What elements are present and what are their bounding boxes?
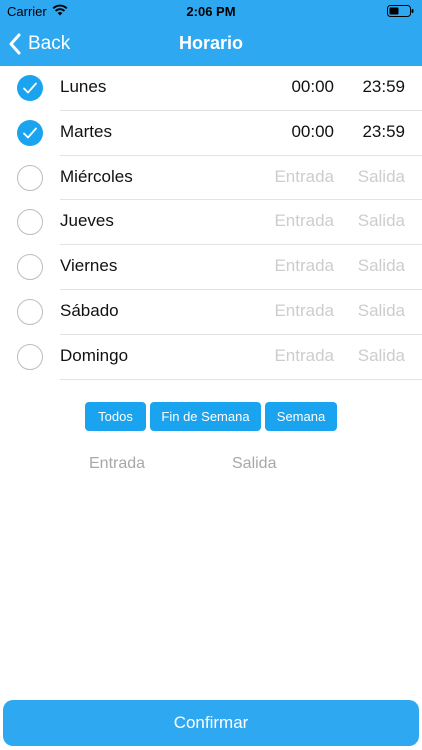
- exit-time-field[interactable]: Salida: [358, 346, 405, 366]
- exit-time-field[interactable]: 23:59: [362, 122, 405, 142]
- day-row-miercoles: Miércoles Entrada Salida: [0, 156, 422, 201]
- day-row-martes: Martes 00:00 23:59: [0, 111, 422, 156]
- day-label: Miércoles: [60, 166, 133, 186]
- weekend-button[interactable]: Fin de Semana: [150, 402, 261, 431]
- checked-checkbox[interactable]: [17, 119, 43, 146]
- unchecked-checkbox[interactable]: [17, 254, 43, 281]
- day-list: Lunes 00:00 23:59 Martes 00:00 23:59 Mié…: [0, 66, 422, 380]
- day-label: Lunes: [60, 77, 107, 96]
- status-time: 2:06 PM: [186, 4, 236, 19]
- entry-time-field[interactable]: Entrada: [274, 211, 334, 231]
- nav-bar: Back Horario: [0, 22, 422, 66]
- row-divider: [60, 378, 422, 380]
- entry-time-field[interactable]: Entrada: [274, 301, 334, 321]
- exit-time-field[interactable]: Salida: [358, 301, 405, 321]
- day-label: Martes: [60, 121, 112, 141]
- day-label: Viernes: [60, 256, 118, 276]
- entry-time-field[interactable]: Entrada: [274, 346, 334, 366]
- unchecked-checkbox[interactable]: [17, 343, 43, 370]
- checkmark-icon: [23, 127, 37, 139]
- header: Carrier 2:06 PM Back Horario: [0, 0, 422, 66]
- bulk-time-fields: Entrada Salida: [0, 455, 422, 477]
- day-label: Domingo: [60, 345, 129, 365]
- day-row-viernes: Viernes Entrada Salida: [0, 245, 422, 290]
- day-row-lunes: Lunes 00:00 23:59: [0, 66, 422, 111]
- day-row-domingo: Domingo Entrada Salida: [0, 335, 422, 380]
- day-row-jueves: Jueves Entrada Salida: [0, 200, 422, 246]
- entry-time-field[interactable]: 00:00: [291, 122, 334, 142]
- unchecked-checkbox[interactable]: [17, 209, 43, 236]
- unchecked-checkbox[interactable]: [17, 298, 43, 325]
- entry-time-field[interactable]: 00:00: [291, 77, 334, 97]
- entry-time-field[interactable]: Entrada: [274, 167, 334, 187]
- exit-time-field[interactable]: Salida: [358, 256, 405, 276]
- unchecked-checkbox[interactable]: [17, 164, 43, 191]
- filter-buttons: Todos Fin de Semana Semana: [0, 402, 422, 431]
- day-label: Sábado: [60, 300, 119, 320]
- exit-time-field[interactable]: 23:59: [362, 77, 405, 97]
- day-row-sabado: Sábado Entrada Salida: [0, 290, 422, 335]
- status-bar: Carrier 2:06 PM: [0, 0, 422, 22]
- bulk-entry-field[interactable]: Entrada: [89, 455, 145, 473]
- battery-icon: [387, 5, 414, 17]
- weekdays-button[interactable]: Semana: [265, 402, 337, 431]
- checked-checkbox[interactable]: [17, 75, 43, 101]
- confirm-button[interactable]: Confirmar: [3, 700, 419, 746]
- page-title: Horario: [178, 33, 243, 53]
- exit-time-field[interactable]: Salida: [358, 167, 405, 187]
- exit-time-field[interactable]: Salida: [358, 211, 405, 231]
- entry-time-field[interactable]: Entrada: [274, 256, 334, 276]
- all-days-button[interactable]: Todos: [85, 402, 146, 431]
- checkmark-icon: [23, 82, 37, 94]
- bulk-exit-field[interactable]: Salida: [232, 455, 276, 473]
- day-label: Jueves: [60, 211, 114, 231]
